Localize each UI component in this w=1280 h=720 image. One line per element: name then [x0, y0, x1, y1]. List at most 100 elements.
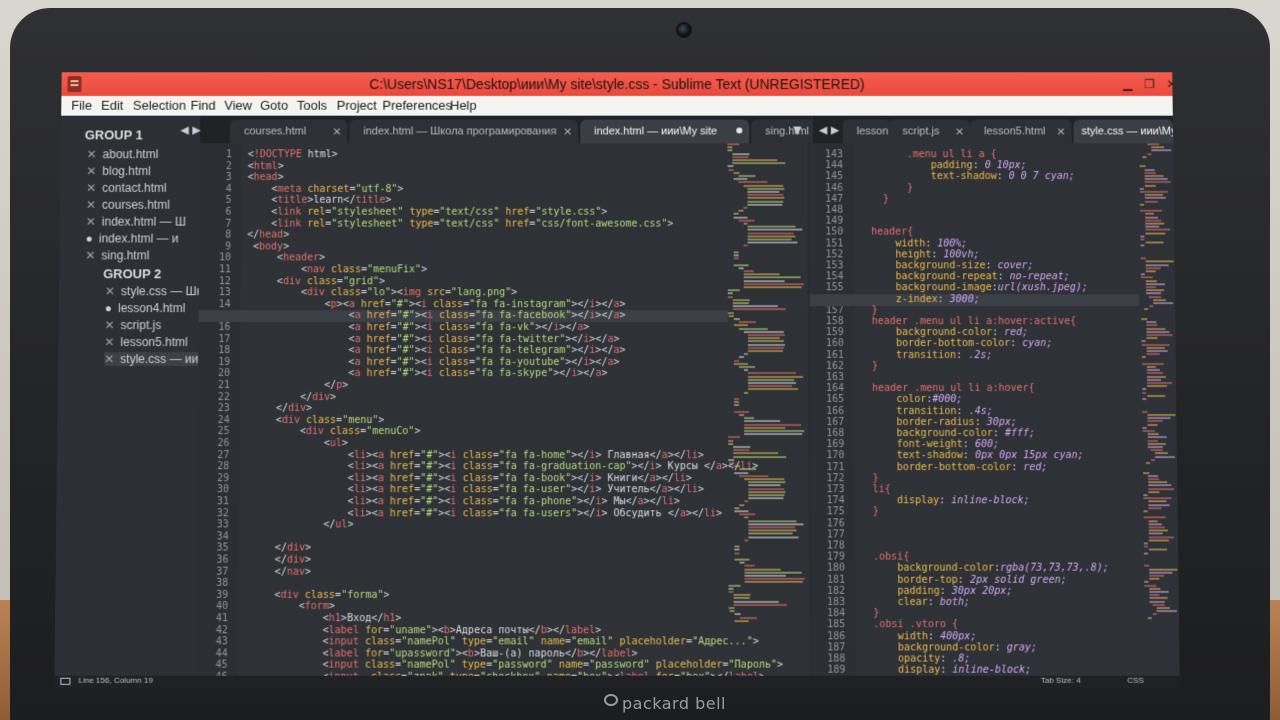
- code-line[interactable]: background-color:rgba(73,73,73,.8);: [861, 563, 1109, 574]
- code-line[interactable]: <li><a href="#"><i class="fa fa-graduati…: [245, 461, 758, 472]
- code-line[interactable]: <li><a href="#"><i class="fa fa-users"><…: [245, 508, 723, 519]
- code-line[interactable]: text-shadow: 0 0 7 cyan;: [859, 171, 1075, 182]
- sidebar-group-1[interactable]: GROUP 1: [85, 128, 143, 143]
- code-line[interactable]: transition: .2s;: [860, 350, 992, 361]
- tab-nav-arrows-icon[interactable]: ◀ ▶: [180, 124, 200, 137]
- sidebar-file[interactable]: ✕ index.html — Ш: [86, 215, 186, 229]
- menu-file[interactable]: File: [71, 98, 92, 113]
- minimize-button[interactable]: ▁: [1119, 76, 1137, 92]
- code-line[interactable]: clear: both;: [861, 597, 970, 608]
- code-line[interactable]: <!DOCTYPE html>: [248, 149, 338, 160]
- close-tab-icon[interactable]: ✕: [955, 126, 964, 139]
- editor-pane-left[interactable]: 1234567891011121314151617181920212223242…: [195, 143, 810, 676]
- menu-view[interactable]: View: [224, 98, 252, 113]
- tab-list-dropdown-icon[interactable]: ▼: [793, 124, 801, 137]
- code-line[interactable]: opacity: .8;: [861, 653, 971, 664]
- menu-preferences[interactable]: Preferences: [382, 98, 452, 113]
- code-line[interactable]: display: inline-block;: [862, 665, 1031, 676]
- code-line[interactable]: <a href="#"><i class="fa fa-telegram"></…: [246, 345, 625, 356]
- sidebar-file[interactable]: ● index.html — и: [86, 232, 179, 246]
- code-line[interactable]: border-radius: 30px;: [860, 417, 1017, 428]
- code-line[interactable]: li{: [861, 484, 891, 495]
- code-line[interactable]: <li><a href="#"><i class="fa fa-user"></…: [245, 485, 704, 496]
- sidebar-file[interactable]: ✕ style.css — Шко: [105, 284, 209, 298]
- close-file-icon[interactable]: ✕: [104, 335, 114, 349]
- close-file-icon[interactable]: ✕: [87, 147, 97, 161]
- code-line[interactable]: }: [859, 194, 889, 205]
- code-line[interactable]: z-index: 3000;: [860, 294, 980, 305]
- code-line[interactable]: <label for="upassword"><b>Ваш-(а) пароль…: [244, 648, 637, 659]
- code-line[interactable]: <head>: [248, 172, 284, 183]
- code-line[interactable]: <ul>: [245, 438, 348, 449]
- menu-find[interactable]: Find: [190, 98, 215, 113]
- code-line[interactable]: }: [861, 507, 879, 518]
- close-file-icon[interactable]: ✕: [86, 198, 96, 212]
- code-line[interactable]: <a href="#"><i class="fa fa-twitter"></i…: [246, 334, 620, 345]
- code-line[interactable]: header .menu ul li a:hover:active{: [860, 316, 1077, 327]
- code-line[interactable]: background-size: cover;: [859, 260, 1033, 271]
- code-line[interactable]: <title>learn</title>: [247, 195, 391, 206]
- code-line[interactable]: </ul>: [245, 520, 353, 531]
- code-line[interactable]: <header>: [247, 253, 325, 264]
- code-line[interactable]: padding: 0 10px;: [859, 160, 1027, 171]
- code-line[interactable]: <meta charset="utf-8">: [247, 184, 403, 195]
- code-line[interactable]: background-image:url(xush.jpeg);: [859, 283, 1088, 294]
- code-line[interactable]: .menu ul li a {: [859, 149, 997, 160]
- code-line[interactable]: color:#000;: [860, 394, 962, 405]
- code-line[interactable]: </div>: [245, 543, 311, 554]
- code-line[interactable]: <div class="lo"><img src="lang.png">: [247, 287, 518, 298]
- sidebar-file[interactable]: ✕ blog.html: [86, 164, 151, 178]
- close-file-icon[interactable]: ✕: [86, 181, 96, 195]
- code-line[interactable]: border-bottom-color: cyan;: [860, 338, 1053, 349]
- panel-toggle-icon[interactable]: [60, 677, 71, 685]
- close-file-icon[interactable]: ✕: [105, 318, 115, 332]
- code-line[interactable]: </nav>: [244, 566, 311, 577]
- code-line[interactable]: </p>: [246, 380, 348, 391]
- code-line[interactable]: <div class="menuCo">: [246, 426, 421, 437]
- code-line[interactable]: border-top: 2px solid green;: [861, 574, 1066, 585]
- editor-pane-right[interactable]: 143 144 145 146 147 148 149 150 151 152 153 154 155 1…: [809, 143, 1180, 676]
- sidebar-file[interactable]: ● lesson4.html: [105, 301, 186, 315]
- tab-index-mysite[interactable]: index.html — иии\My site: [580, 119, 750, 144]
- code-line[interactable]: <li><a href="#"><i class="fa fa-book"></…: [245, 473, 692, 484]
- menu-selection[interactable]: Selection: [133, 98, 186, 113]
- code-line[interactable]: </div>: [246, 392, 336, 403]
- code-line[interactable]: }: [861, 608, 879, 619]
- minimap[interactable]: [727, 143, 805, 675]
- code-line[interactable]: <nav class="menuFix">: [247, 264, 427, 275]
- sidebar-group-2[interactable]: GROUP 2: [103, 266, 161, 281]
- sidebar-file[interactable]: ✕ courses.html: [86, 198, 170, 212]
- code-line[interactable]: }: [861, 473, 879, 484]
- code-line[interactable]: <p><a href="#"><i class="fa fa-instagram…: [247, 299, 626, 310]
- code-line[interactable]: <html>: [248, 161, 284, 172]
- code-line[interactable]: </div>: [244, 555, 311, 566]
- code-line[interactable]: <a href="#"><i class="fa fa-vk"></i></a>: [246, 322, 590, 333]
- code-line[interactable]: border-bottom-color: red;: [860, 462, 1048, 473]
- code-line[interactable]: <link rel="stylesheet" type="text/css" h…: [247, 207, 607, 218]
- code-line[interactable]: header{: [859, 227, 913, 238]
- menu-goto[interactable]: Goto: [260, 98, 288, 113]
- code-line[interactable]: width: 400px;: [861, 631, 977, 642]
- tab-scriptjs[interactable]: script.js ✕: [888, 119, 971, 144]
- code-line[interactable]: height: 100vh;: [859, 249, 979, 260]
- code-line[interactable]: <div class="grid">: [247, 276, 385, 287]
- close-tab-icon[interactable]: ✕: [1056, 126, 1065, 139]
- close-tab-icon[interactable]: ✕: [332, 126, 341, 139]
- tab-style-css[interactable]: style.css — иии\My site: [1073, 119, 1180, 144]
- close-file-icon[interactable]: ✕: [86, 164, 96, 178]
- sidebar-file[interactable]: ✕ contact.html: [86, 181, 167, 195]
- sidebar-file[interactable]: ✕ sing.html: [85, 248, 149, 262]
- close-file-icon[interactable]: ✕: [104, 352, 114, 366]
- code-line[interactable]: background-color: gray;: [861, 642, 1037, 653]
- minimap[interactable]: [1137, 143, 1178, 675]
- code-line[interactable]: <a href="#"><i class="fa fa-skype"></i><…: [246, 368, 607, 379]
- code-line[interactable]: <label for="uname"><b>Адреса почты</b></…: [244, 625, 602, 636]
- code-line[interactable]: }: [859, 183, 913, 194]
- code-line[interactable]: <h1>Вход</h1>: [244, 613, 402, 624]
- tab-size-indicator[interactable]: Tab Size: 4: [1041, 676, 1081, 685]
- code-line[interactable]: width: 100%;: [859, 238, 967, 249]
- code-line[interactable]: font-weight: 600;: [860, 439, 999, 450]
- code-line[interactable]: }: [860, 361, 878, 372]
- code-line[interactable]: transition: .4s;: [860, 406, 993, 417]
- code-line[interactable]: background-color: #fff;: [860, 428, 1035, 439]
